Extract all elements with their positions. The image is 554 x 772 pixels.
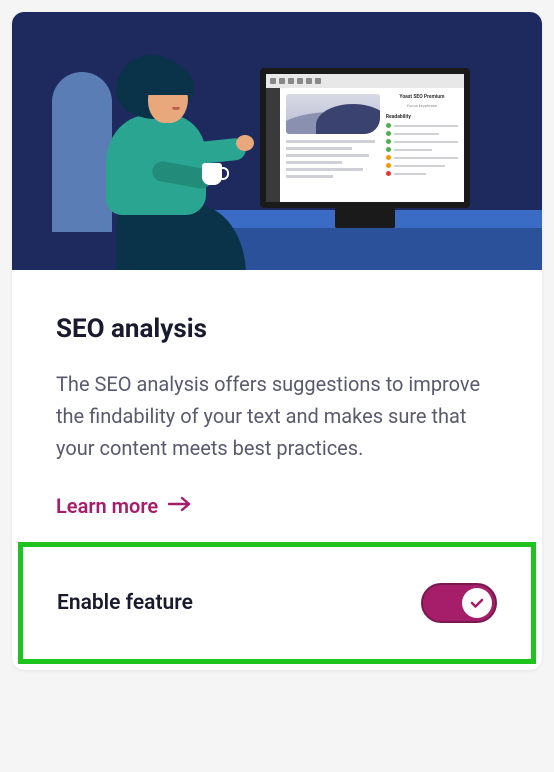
card-title: SEO analysis (56, 314, 498, 344)
feature-card: Yoast SEO Premium Focus keyphrase Readab… (12, 12, 542, 670)
monitor-sub-text: Focus keyphrase (386, 103, 458, 108)
monitor-brand-text: Yoast SEO Premium (386, 94, 458, 100)
card-description: The SEO analysis offers suggestions to i… (56, 368, 498, 464)
monitor-illustration: Yoast SEO Premium Focus keyphrase Readab… (260, 68, 470, 208)
person-illustration (82, 57, 232, 270)
enable-feature-section: Enable feature (18, 542, 536, 664)
enable-feature-toggle[interactable] (421, 583, 497, 623)
card-illustration: Yoast SEO Premium Focus keyphrase Readab… (12, 12, 542, 270)
monitor-readability-heading: Readability (386, 114, 458, 120)
learn-more-label: Learn more (56, 494, 158, 518)
arrow-right-icon (168, 495, 192, 517)
toggle-knob (462, 588, 492, 618)
learn-more-link[interactable]: Learn more (56, 494, 192, 518)
check-icon (469, 595, 485, 611)
enable-feature-label: Enable feature (57, 591, 193, 615)
card-body: SEO analysis The SEO analysis offers sug… (12, 270, 542, 542)
